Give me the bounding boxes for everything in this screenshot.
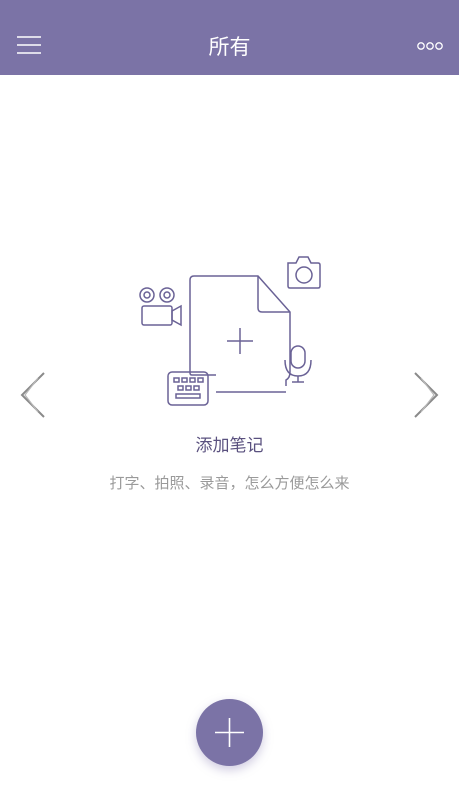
more-options-button[interactable] [415, 36, 445, 56]
more-dots-icon [417, 42, 443, 50]
keyboard-icon [167, 371, 209, 406]
empty-state-illustration [130, 250, 330, 415]
document-add-icon [189, 275, 291, 393]
next-button[interactable] [407, 368, 447, 422]
add-note-button[interactable] [196, 699, 263, 766]
empty-state-subtitle: 打字、拍照、录音，怎么方便怎么来 [109, 474, 350, 492]
empty-state-title: 添加笔记 [195, 436, 264, 456]
previous-button[interactable] [12, 368, 52, 422]
plus-icon [215, 718, 244, 747]
top-app-bar: 所有 [0, 0, 459, 75]
chevron-left-icon [20, 372, 45, 418]
chevron-right-icon [414, 372, 439, 418]
video-camera-icon [139, 287, 182, 327]
camera-icon [287, 256, 321, 289]
page-title: 所有 [208, 35, 251, 59]
